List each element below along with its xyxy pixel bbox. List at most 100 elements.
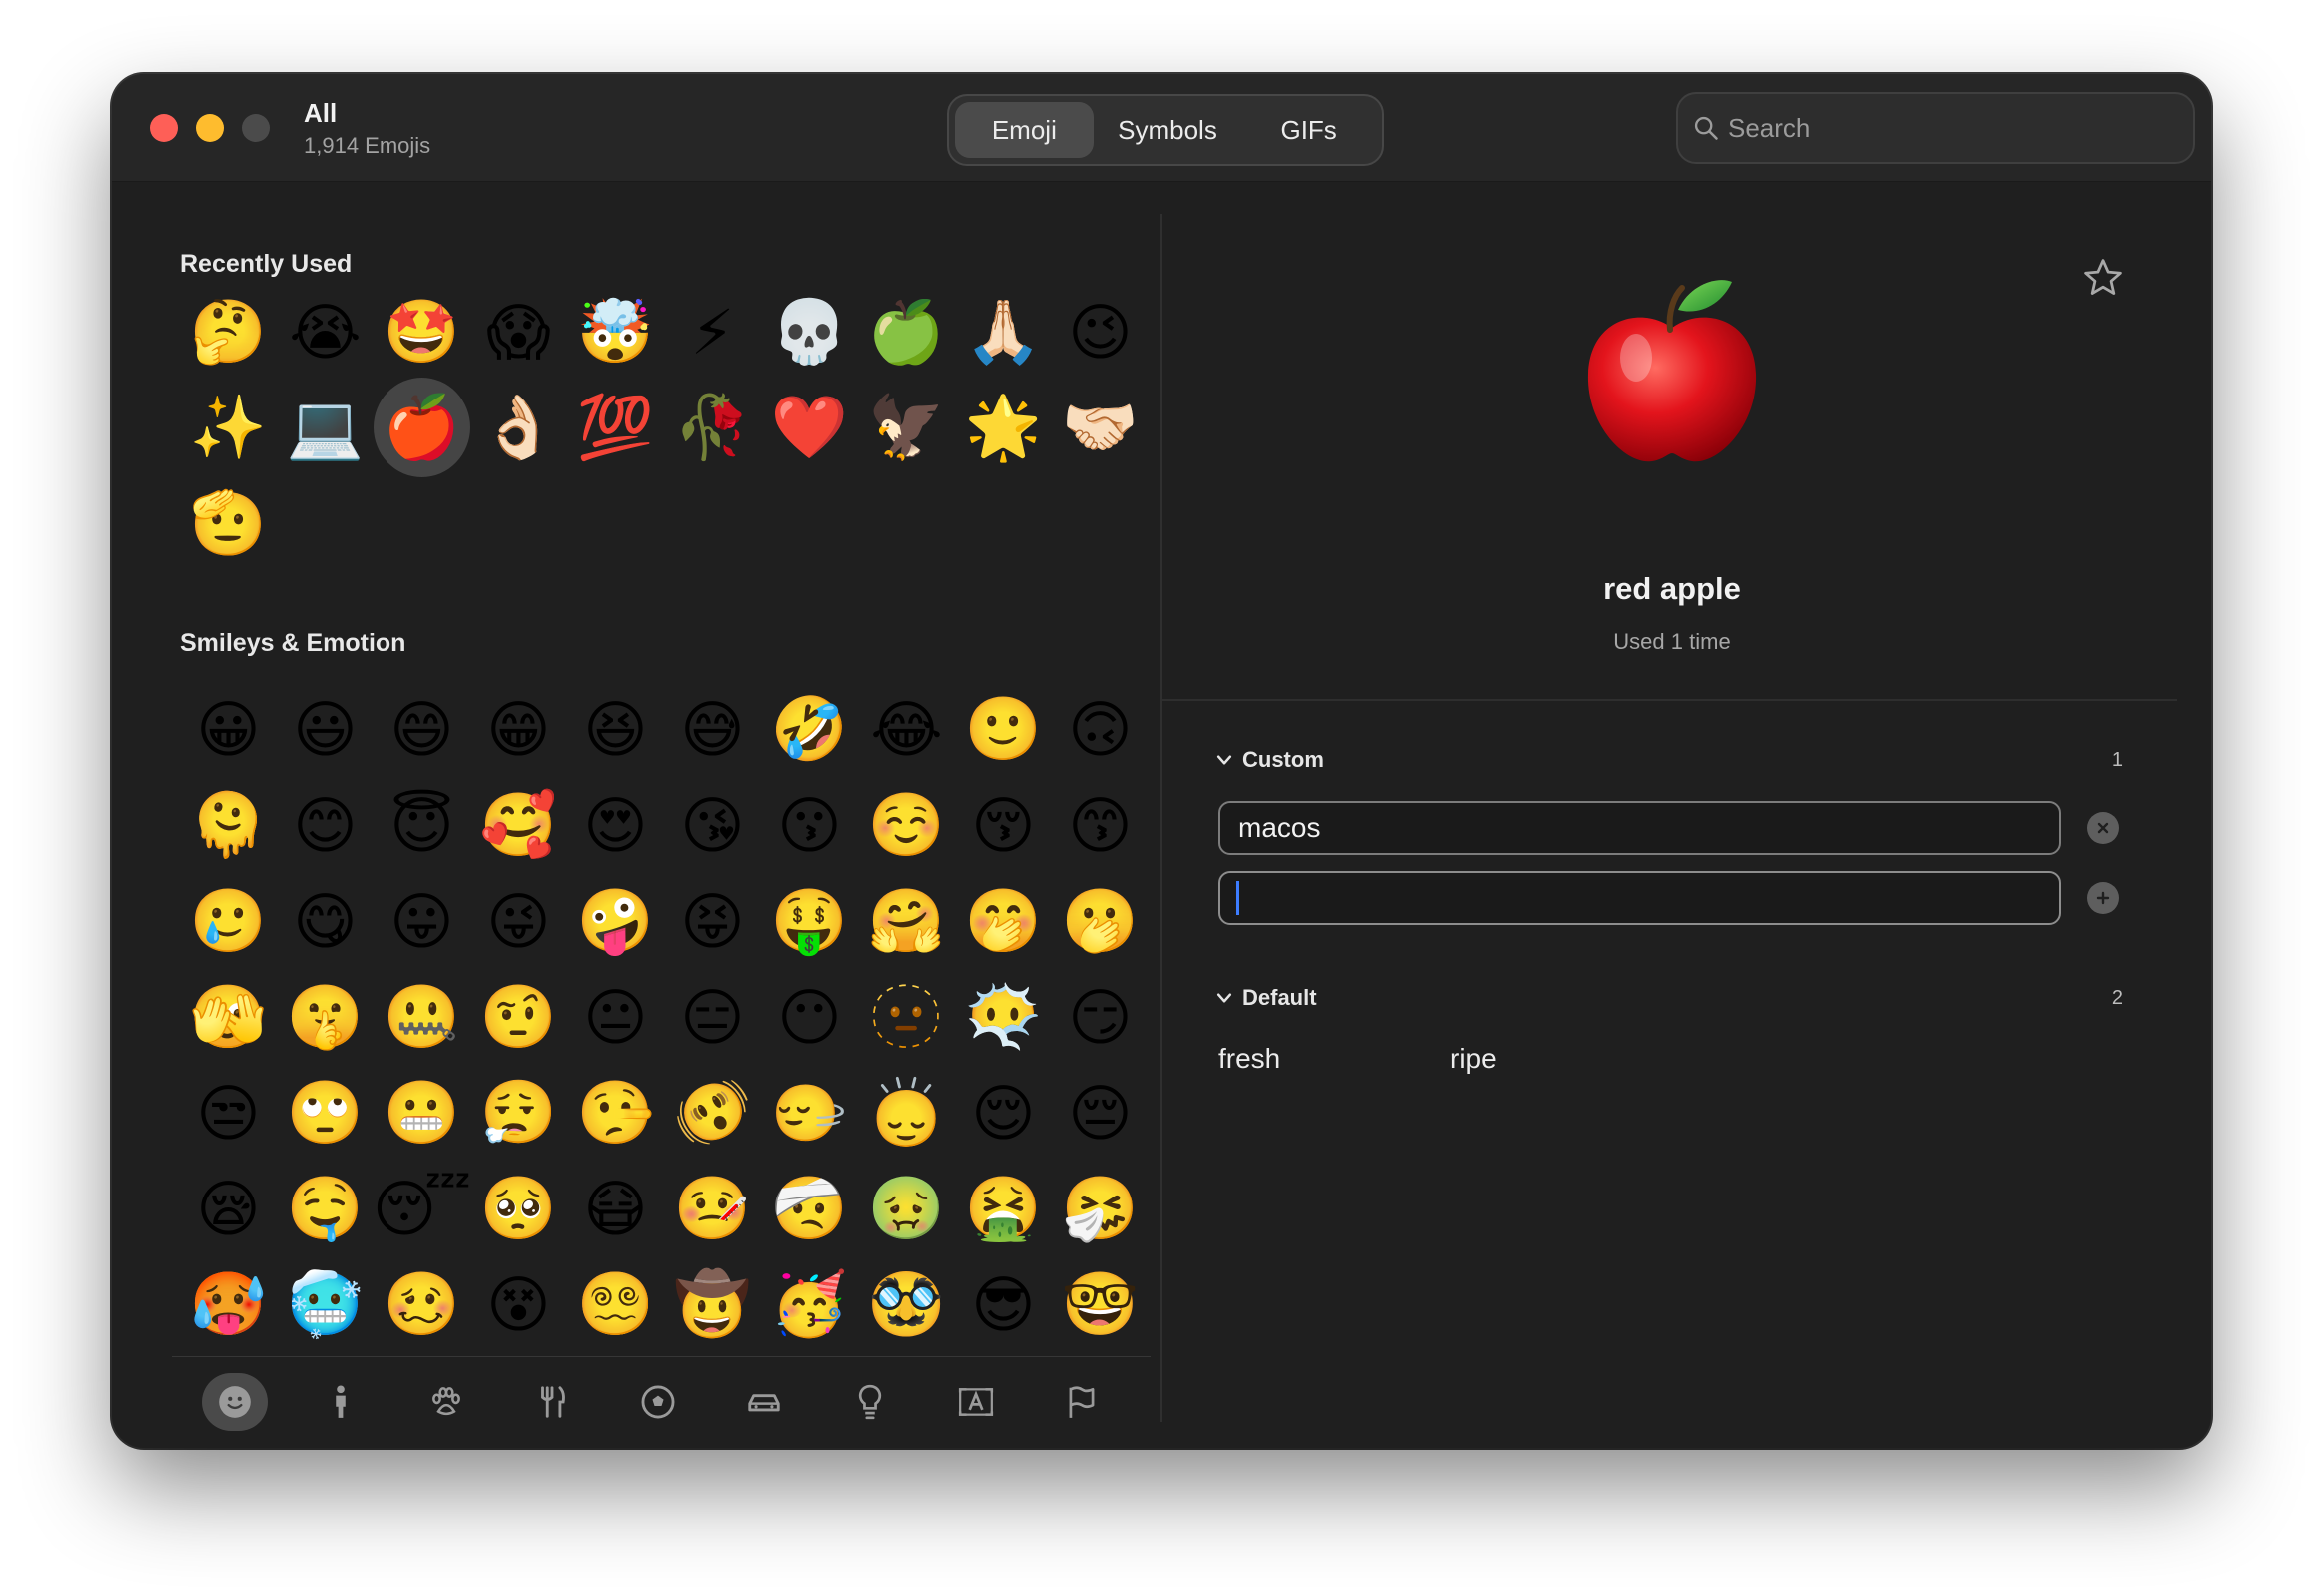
category-people[interactable] xyxy=(308,1373,374,1431)
search-input[interactable] xyxy=(1728,112,2167,144)
smileys-emoji-cell[interactable]: 😒 xyxy=(180,1065,277,1161)
smileys-emoji-cell[interactable]: 🫥 xyxy=(858,969,955,1065)
tab-gifs[interactable]: GIFs xyxy=(1241,102,1376,158)
smileys-emoji-cell[interactable]: 😍 xyxy=(567,777,664,873)
smileys-emoji-cell[interactable]: 😬 xyxy=(374,1065,470,1161)
smileys-emoji-cell[interactable]: 🙂‍↔️ xyxy=(761,1065,858,1161)
recent-emoji-cell[interactable]: 🍎 xyxy=(374,378,470,477)
custom-keywords-header[interactable]: Custom 1 xyxy=(1214,747,2123,773)
smileys-emoji-cell[interactable]: 😅 xyxy=(664,681,761,777)
smileys-emoji-cell[interactable]: 🙄 xyxy=(277,1065,374,1161)
recent-emoji-cell[interactable]: 🤔 xyxy=(180,284,277,380)
smileys-emoji-cell[interactable]: 😝 xyxy=(664,873,761,969)
recent-emoji-cell[interactable]: 👌🏻 xyxy=(470,380,567,475)
smileys-emoji-cell[interactable]: 😚 xyxy=(955,777,1052,873)
default-keywords-header[interactable]: Default 2 xyxy=(1214,985,2123,1011)
smileys-emoji-cell[interactable]: 😵 xyxy=(470,1256,567,1350)
smileys-emoji-cell[interactable]: 🤠 xyxy=(664,1256,761,1350)
category-animals[interactable] xyxy=(413,1373,479,1431)
remove-keyword-button[interactable] xyxy=(2087,812,2119,844)
smileys-emoji-cell[interactable]: 😑 xyxy=(664,969,761,1065)
smileys-emoji-cell[interactable]: 🤮 xyxy=(955,1161,1052,1256)
add-keyword-button[interactable] xyxy=(2087,882,2119,914)
smileys-emoji-cell[interactable]: 😋 xyxy=(277,873,374,969)
smileys-emoji-cell[interactable]: 🥰 xyxy=(470,777,567,873)
smileys-emoji-cell[interactable]: 😄 xyxy=(374,681,470,777)
recent-emoji-cell[interactable]: 🦅 xyxy=(858,380,955,475)
smileys-emoji-cell[interactable]: 🤓 xyxy=(1052,1256,1149,1350)
recent-emoji-cell[interactable]: 🤩 xyxy=(374,284,470,380)
default-keyword[interactable]: ripe xyxy=(1450,1043,1497,1075)
smileys-emoji-cell[interactable]: 😔 xyxy=(1052,1065,1149,1161)
recent-emoji-cell[interactable]: 💯 xyxy=(567,380,664,475)
smileys-emoji-cell[interactable]: 🥵 xyxy=(180,1256,277,1350)
smileys-emoji-cell[interactable]: 🥴 xyxy=(374,1256,470,1350)
smileys-emoji-cell[interactable]: 😇 xyxy=(374,777,470,873)
smileys-emoji-cell[interactable]: 😴 xyxy=(373,1161,471,1256)
category-food[interactable] xyxy=(519,1373,585,1431)
smileys-emoji-cell[interactable]: 🤑 xyxy=(761,873,858,969)
recent-emoji-cell[interactable]: 😭 xyxy=(277,284,374,380)
smileys-emoji-cell[interactable]: 🤥 xyxy=(567,1065,664,1161)
smileys-emoji-cell[interactable]: 😁 xyxy=(470,681,567,777)
smileys-emoji-cell[interactable]: 😛 xyxy=(374,873,470,969)
smileys-emoji-cell[interactable]: 😪 xyxy=(180,1161,277,1256)
favorite-star-icon[interactable] xyxy=(2081,256,2125,300)
close-window-button[interactable] xyxy=(150,114,178,142)
category-travel[interactable] xyxy=(731,1373,797,1431)
category-symbols[interactable] xyxy=(943,1373,1009,1431)
smileys-emoji-cell[interactable]: 😎 xyxy=(955,1256,1052,1350)
new-keyword-field[interactable] xyxy=(1218,871,2061,925)
recent-emoji-cell[interactable]: 🤯 xyxy=(567,284,664,380)
smileys-emoji-cell[interactable]: 🤗 xyxy=(858,873,955,969)
smileys-emoji-cell[interactable]: 🫢 xyxy=(1052,873,1149,969)
smileys-emoji-cell[interactable]: 🥶 xyxy=(277,1256,374,1350)
smileys-emoji-cell[interactable]: 🤨 xyxy=(470,969,567,1065)
smileys-emoji-cell[interactable]: 🙂‍↕️ xyxy=(858,1065,955,1161)
smileys-emoji-cell[interactable]: 😵‍💫 xyxy=(567,1256,664,1350)
recent-emoji-cell[interactable]: ✨ xyxy=(180,380,277,475)
smileys-emoji-cell[interactable]: 🤒 xyxy=(664,1161,761,1256)
smileys-emoji-cell[interactable]: 😆 xyxy=(567,681,664,777)
smileys-emoji-cell[interactable]: 😮‍💨 xyxy=(470,1065,567,1161)
smileys-emoji-cell[interactable]: 🤢 xyxy=(858,1161,955,1256)
recent-emoji-cell[interactable]: 🤝🏻 xyxy=(1052,380,1149,475)
zoom-window-button[interactable] xyxy=(242,114,270,142)
category-flags[interactable] xyxy=(1049,1373,1115,1431)
smileys-emoji-cell[interactable]: 🙃 xyxy=(1052,681,1149,777)
category-objects[interactable] xyxy=(837,1373,903,1431)
smileys-emoji-cell[interactable]: 😗 xyxy=(761,777,858,873)
custom-keyword-field[interactable] xyxy=(1218,801,2061,855)
smileys-emoji-cell[interactable]: 🤭 xyxy=(955,873,1052,969)
recent-emoji-cell[interactable]: 💀 xyxy=(761,284,858,380)
smileys-emoji-cell[interactable]: 😌 xyxy=(955,1065,1052,1161)
recent-emoji-cell[interactable]: ⚡ xyxy=(664,284,761,380)
smileys-emoji-cell[interactable]: 🥺 xyxy=(470,1161,567,1256)
smileys-emoji-cell[interactable]: 🫠 xyxy=(180,777,277,873)
recent-emoji-cell[interactable]: ❤️ xyxy=(761,380,858,475)
smileys-emoji-cell[interactable]: 😊 xyxy=(277,777,374,873)
smileys-emoji-cell[interactable]: 🤧 xyxy=(1052,1161,1149,1256)
smileys-emoji-cell[interactable]: 😘 xyxy=(664,777,761,873)
smileys-emoji-cell[interactable]: 😃 xyxy=(277,681,374,777)
recent-emoji-cell[interactable]: 🥀 xyxy=(664,380,761,475)
tab-emoji[interactable]: Emoji xyxy=(955,102,1094,158)
smileys-emoji-cell[interactable]: 🤤 xyxy=(277,1161,374,1256)
recent-emoji-cell[interactable]: 😱 xyxy=(470,284,567,380)
category-smileys[interactable] xyxy=(202,1373,268,1431)
smileys-emoji-cell[interactable]: 🤪 xyxy=(567,873,664,969)
smileys-emoji-cell[interactable]: 🤫 xyxy=(277,969,374,1065)
recent-emoji-cell[interactable]: 🫡 xyxy=(180,475,277,571)
recent-emoji-cell[interactable]: 🍏 xyxy=(858,284,955,380)
smileys-emoji-cell[interactable]: ☺️ xyxy=(858,777,955,873)
tab-symbols[interactable]: Symbols xyxy=(1094,102,1242,158)
smileys-emoji-cell[interactable]: 🥲 xyxy=(180,873,277,969)
smileys-emoji-cell[interactable]: 🤐 xyxy=(374,969,470,1065)
minimize-window-button[interactable] xyxy=(196,114,224,142)
smileys-emoji-cell[interactable]: 😶‍🌫️ xyxy=(955,969,1052,1065)
smileys-emoji-cell[interactable]: 🙂 xyxy=(955,681,1052,777)
smileys-emoji-cell[interactable]: 😙 xyxy=(1052,777,1149,873)
category-activity[interactable] xyxy=(625,1373,691,1431)
default-keyword[interactable]: fresh xyxy=(1218,1043,1280,1075)
smileys-emoji-cell[interactable]: 🥳 xyxy=(761,1256,858,1350)
